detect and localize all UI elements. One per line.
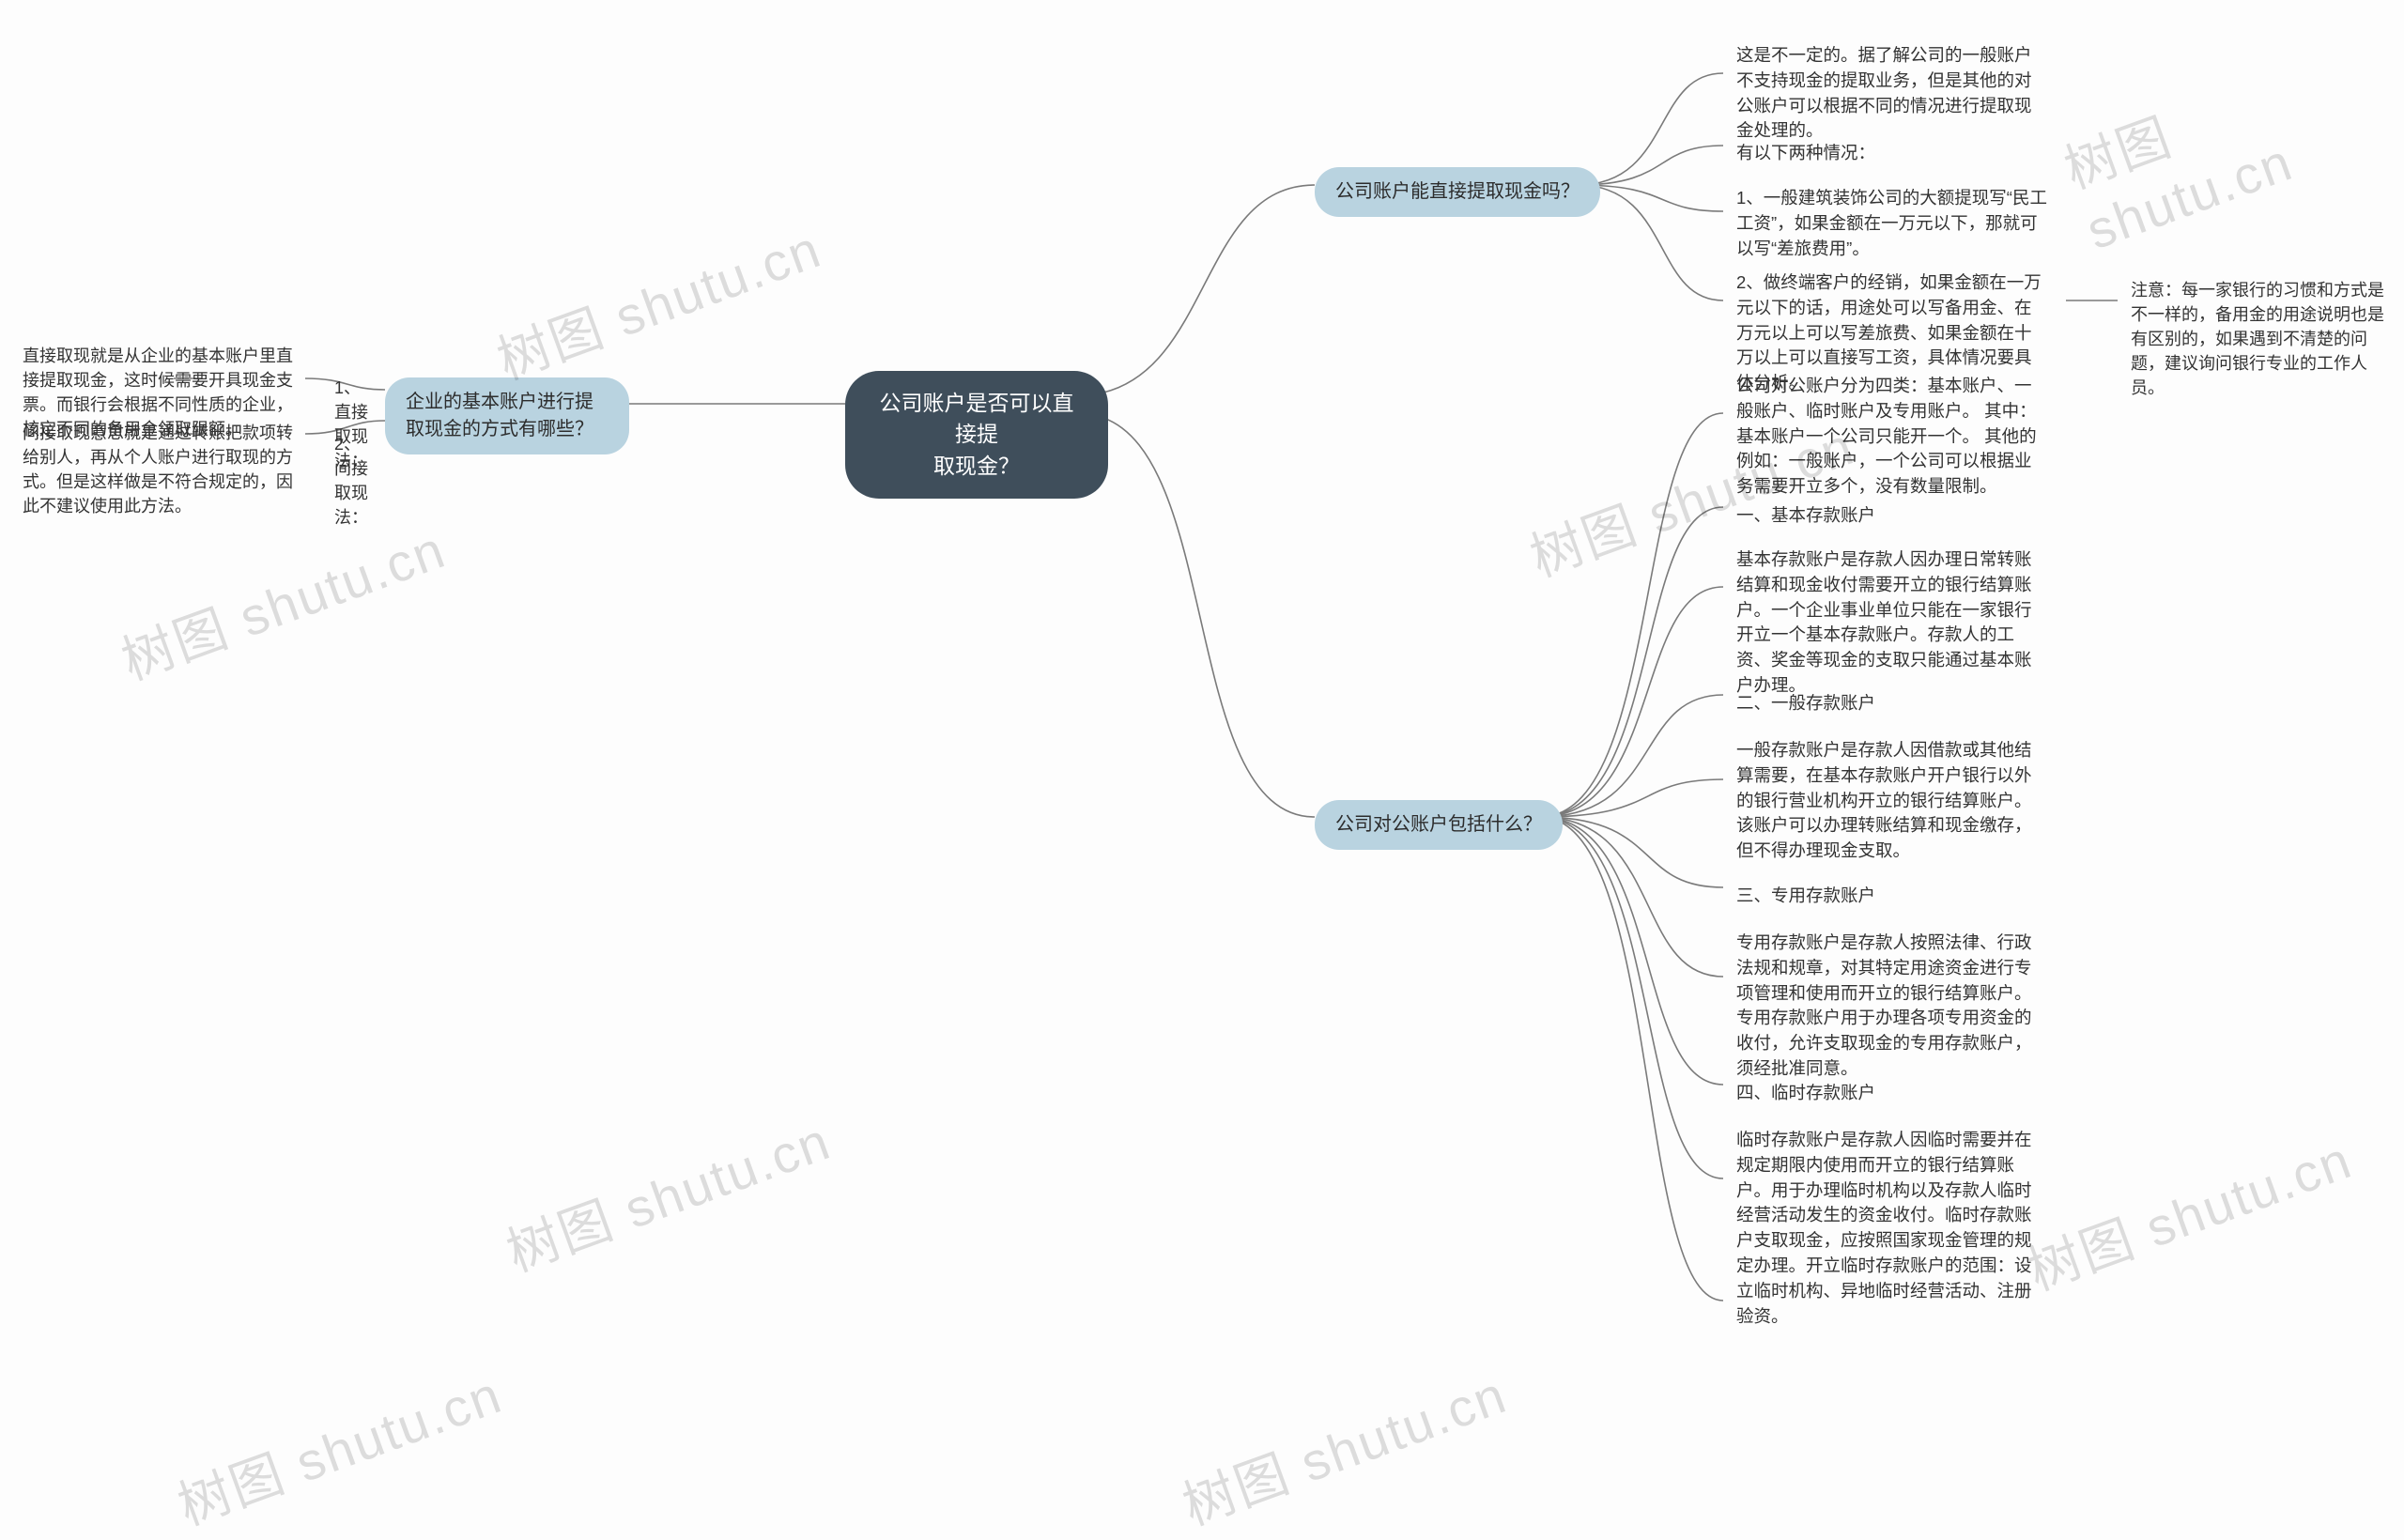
connector-layer-fix (0, 0, 2404, 1484)
